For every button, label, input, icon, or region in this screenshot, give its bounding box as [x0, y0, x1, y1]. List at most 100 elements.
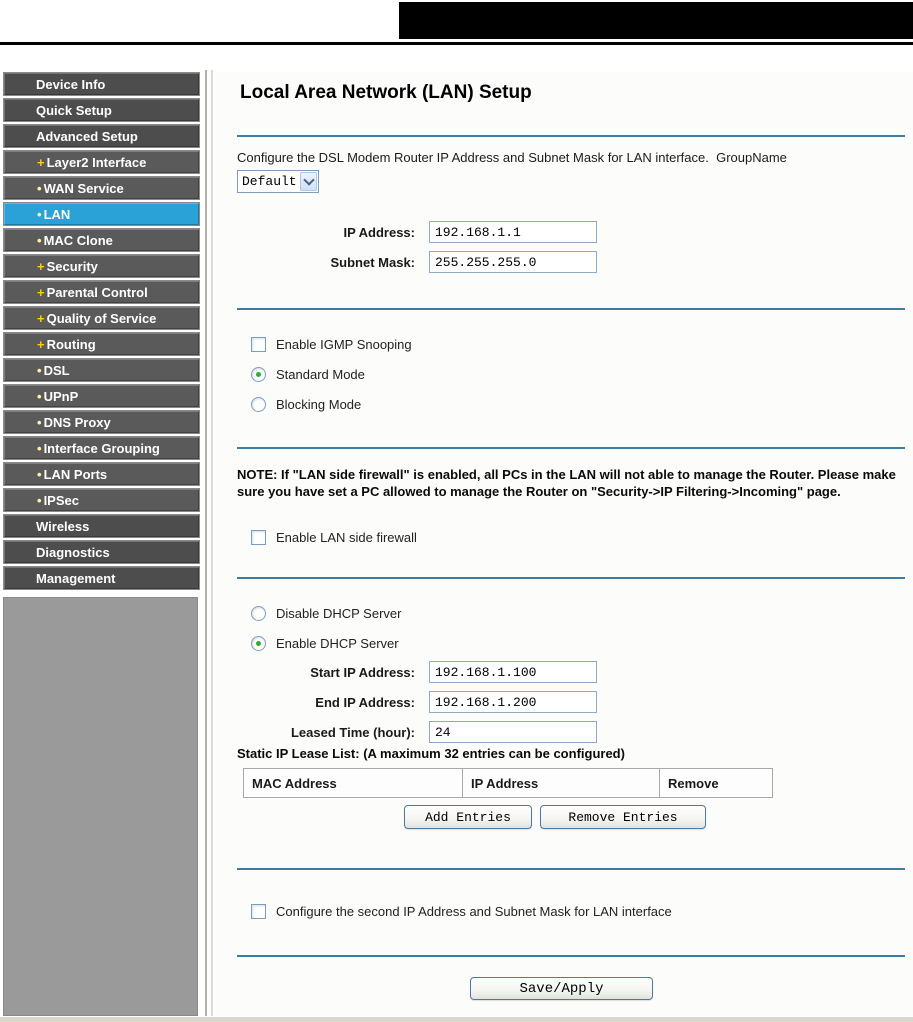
- standard-mode-label: Standard Mode: [276, 366, 365, 382]
- sidebar-divider: [205, 70, 207, 1016]
- disable-dhcp-label: Disable DHCP Server: [276, 605, 402, 621]
- sidebar-item-label: Interface Grouping: [43, 440, 160, 456]
- sidebar-item-lan[interactable]: • LAN: [3, 202, 200, 226]
- table-header-row: MAC Address IP Address Remove: [243, 768, 773, 798]
- subnet-mask-label: Subnet Mask:: [330, 254, 415, 270]
- sidebar-item-label: Parental Control: [46, 284, 148, 300]
- igmp-snooping-label: Enable IGMP Snooping: [276, 336, 412, 352]
- enable-dhcp-radio[interactable]: [251, 635, 266, 651]
- lan-firewall-row: Enable LAN side firewall: [251, 529, 417, 545]
- sidebar-item-mac-clone[interactable]: • MAC Clone: [3, 228, 200, 252]
- sidebar-filler: [3, 597, 198, 1016]
- save-apply-button[interactable]: Save/Apply: [470, 977, 653, 1000]
- sidebar-item-lan-ports[interactable]: • LAN Ports: [3, 462, 200, 486]
- sidebar-item-label: IPSec: [43, 492, 79, 508]
- sidebar-item-dns-proxy[interactable]: • DNS Proxy: [3, 410, 200, 434]
- sidebar-item-ipsec[interactable]: • IPSec: [3, 488, 200, 512]
- second-ip-checkbox[interactable]: [251, 903, 266, 919]
- start-ip-input[interactable]: [429, 661, 597, 683]
- enable-dhcp-row: Enable DHCP Server: [251, 635, 399, 651]
- sidebar-item-wan-service[interactable]: • WAN Service: [3, 176, 200, 200]
- lease-time-input[interactable]: [429, 721, 597, 743]
- start-ip-row: Start IP Address:: [237, 660, 597, 684]
- sidebar-item-label: Quick Setup: [36, 102, 112, 118]
- plus-bullet-icon: +: [37, 258, 45, 274]
- sidebar-item-layer2-interface[interactable]: + Layer2 Interface: [3, 150, 200, 174]
- igmp-snooping-row: Enable IGMP Snooping: [251, 336, 412, 352]
- sidebar-item-quality-of-service[interactable]: + Quality of Service: [3, 306, 200, 330]
- second-ip-row: Configure the second IP Address and Subn…: [251, 903, 672, 919]
- lan-setup-page: { "sidebar": { "items": [ { "label": "De…: [0, 0, 913, 1022]
- separator: [237, 577, 905, 579]
- sidebar-item-routing[interactable]: + Routing: [3, 332, 200, 356]
- start-ip-label: Start IP Address:: [310, 664, 415, 680]
- blocking-mode-radio[interactable]: [251, 396, 266, 412]
- plus-bullet-icon: +: [37, 310, 45, 326]
- page-title: Local Area Network (LAN) Setup: [240, 82, 532, 103]
- sidebar-item-dsl[interactable]: • DSL: [3, 358, 200, 382]
- lan-firewall-checkbox[interactable]: [251, 529, 266, 545]
- col-header-mac-address: MAC Address: [243, 768, 463, 798]
- standard-mode-radio[interactable]: [251, 366, 266, 382]
- sidebar-item-label: Diagnostics: [36, 544, 110, 560]
- dot-bullet-icon: •: [37, 466, 42, 482]
- sidebar-item-upnp[interactable]: • UPnP: [3, 384, 200, 408]
- second-ip-label: Configure the second IP Address and Subn…: [276, 903, 672, 919]
- separator: [237, 135, 905, 137]
- lease-time-label: Leased Time (hour):: [290, 724, 415, 740]
- sidebar-item-label: WAN Service: [43, 180, 124, 196]
- sidebar-item-label: Device Info: [36, 76, 106, 92]
- intro-sentence: Configure the DSL Modem Router IP Addres…: [237, 150, 709, 165]
- sidebar-divider: [211, 70, 213, 1016]
- separator: [237, 955, 905, 957]
- firewall-note: NOTE: If "LAN side firewall" is enabled,…: [237, 467, 896, 499]
- sidebar-item-label: Routing: [46, 336, 96, 352]
- ip-address-label: IP Address:: [343, 224, 415, 240]
- page-bottom-border: [0, 1017, 913, 1022]
- plus-bullet-icon: +: [37, 336, 45, 352]
- sidebar-item-label: MAC Clone: [43, 232, 113, 248]
- main-content: Local Area Network (LAN) Setup Configure…: [215, 72, 913, 1016]
- sidebar-item-parental-control[interactable]: + Parental Control: [3, 280, 200, 304]
- dot-bullet-icon: •: [37, 362, 42, 378]
- lease-time-row: Leased Time (hour):: [237, 720, 597, 744]
- sidebar-item-label: Security: [46, 258, 98, 274]
- dot-bullet-icon: •: [37, 206, 42, 222]
- col-header-ip-address: IP Address: [462, 768, 660, 798]
- dot-bullet-icon: •: [37, 440, 42, 456]
- plus-bullet-icon: +: [37, 284, 45, 300]
- end-ip-input[interactable]: [429, 691, 597, 713]
- chevron-down-icon[interactable]: [300, 172, 317, 191]
- sidebar-item-advanced-setup[interactable]: Advanced Setup: [3, 124, 200, 148]
- plus-bullet-icon: +: [37, 154, 45, 170]
- sidebar-item-wireless[interactable]: Wireless: [3, 514, 200, 538]
- igmp-snooping-checkbox[interactable]: [251, 336, 266, 352]
- ip-address-input[interactable]: [429, 221, 597, 243]
- dot-bullet-icon: •: [37, 232, 42, 248]
- sidebar-item-diagnostics[interactable]: Diagnostics: [3, 540, 200, 564]
- lan-firewall-label: Enable LAN side firewall: [276, 529, 417, 545]
- sidebar-item-label: Quality of Service: [46, 310, 157, 326]
- remove-entries-button[interactable]: Remove Entries: [540, 805, 706, 829]
- add-entries-button[interactable]: Add Entries: [404, 805, 532, 829]
- static-lease-caption: Static IP Lease List: (A maximum 32 entr…: [237, 746, 625, 761]
- sidebar-item-device-info[interactable]: Device Info: [3, 72, 200, 96]
- end-ip-row: End IP Address:: [237, 690, 597, 714]
- sidebar-item-security[interactable]: + Security: [3, 254, 200, 278]
- ip-address-row: IP Address:: [237, 220, 597, 244]
- redacted-header-block: [399, 2, 913, 39]
- sidebar-item-quick-setup[interactable]: Quick Setup: [3, 98, 200, 122]
- col-header-remove: Remove: [659, 768, 773, 798]
- static-lease-table: MAC Address IP Address Remove: [243, 768, 773, 798]
- sidebar-item-management[interactable]: Management: [3, 566, 200, 590]
- group-name-select[interactable]: Default: [237, 170, 319, 193]
- sidebar-item-label: Wireless: [36, 518, 90, 534]
- disable-dhcp-row: Disable DHCP Server: [251, 605, 401, 621]
- intro-text: Configure the DSL Modem Router IP Addres…: [237, 150, 905, 165]
- subnet-mask-input[interactable]: [429, 251, 597, 273]
- chevron-glyph: [302, 174, 315, 186]
- sidebar-item-interface-grouping[interactable]: • Interface Grouping: [3, 436, 200, 460]
- disable-dhcp-radio[interactable]: [251, 605, 266, 621]
- sidebar-item-label: DNS Proxy: [43, 414, 111, 430]
- sidebar-item-label: LAN Ports: [43, 466, 108, 482]
